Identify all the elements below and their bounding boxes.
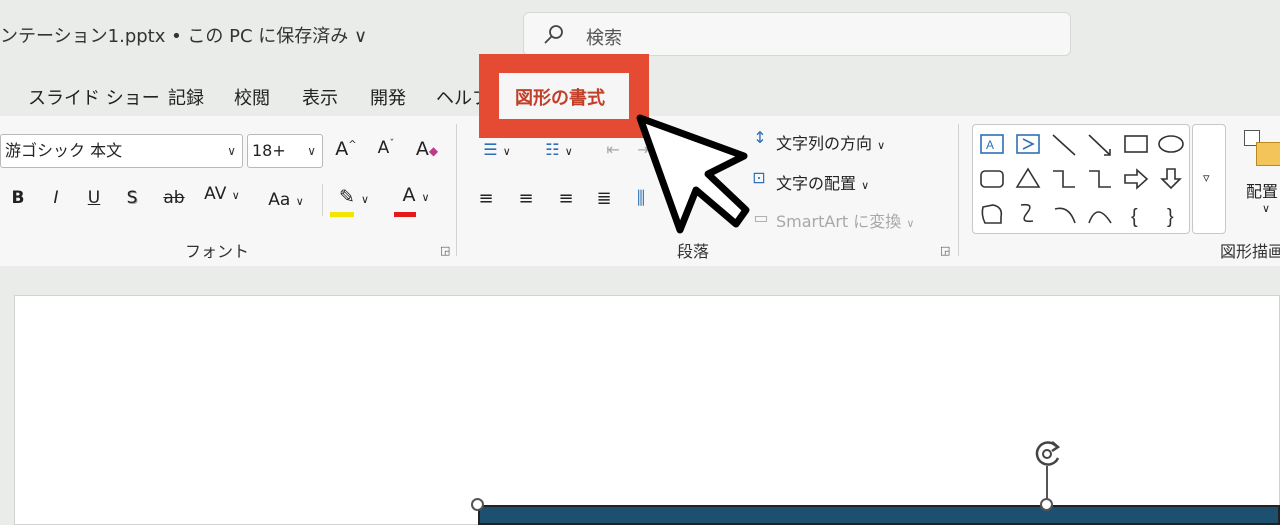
- freeform-icon: [981, 204, 1003, 224]
- align-left-icon[interactable]: ≡: [474, 188, 498, 209]
- down-arrow-icon: [1160, 168, 1182, 190]
- decrease-indent-icon[interactable]: ⇤: [600, 140, 626, 159]
- gallery-more-button[interactable]: ▿: [1192, 124, 1226, 234]
- shapes-gallery[interactable]: A { }: [972, 124, 1190, 234]
- more-icon: ▿: [1203, 171, 1210, 186]
- bullets-button[interactable]: ☰ ∨: [472, 140, 522, 159]
- arrange-icon: [1244, 130, 1280, 166]
- scribble-icon: [1020, 203, 1034, 223]
- text-direction-button[interactable]: 文字列の方向 ∨: [776, 130, 885, 154]
- chevron-down-icon: ∨: [227, 144, 236, 158]
- chevron-down-icon: ∨: [1262, 202, 1271, 215]
- right-brace-icon: }: [1167, 206, 1174, 228]
- arrow-pointer-icon: [636, 114, 750, 234]
- align-right-icon[interactable]: ≡: [554, 188, 578, 209]
- numbering-button[interactable]: ☷ ∨: [534, 140, 584, 159]
- shrink-font-button[interactable]: Aˇ: [372, 138, 400, 158]
- rectangle-icon: [1124, 135, 1148, 153]
- divider: [958, 124, 959, 256]
- search-input[interactable]: 検索: [523, 12, 1071, 56]
- character-spacing-button[interactable]: AV ∨: [198, 184, 246, 204]
- clear-formatting-button[interactable]: A◆: [412, 138, 442, 160]
- highlighter-icon: ✎: [338, 186, 355, 208]
- strikethrough-button[interactable]: ab: [160, 188, 188, 208]
- align-center-icon[interactable]: ≡: [514, 188, 538, 209]
- divider: [322, 184, 323, 216]
- search-placeholder: 検索: [586, 28, 622, 49]
- oval-icon: [1158, 135, 1184, 153]
- rounded-rectangle-icon: [980, 170, 1004, 188]
- vertical-text-box-icon: [1016, 134, 1040, 154]
- tab-slideshow[interactable]: スライド ショー: [28, 84, 160, 110]
- italic-button[interactable]: I: [46, 188, 66, 208]
- paragraph-group-label: 段落: [677, 242, 710, 261]
- align-text-button[interactable]: 文字の配置 ∨: [776, 170, 869, 194]
- arc-icon: [1054, 207, 1076, 224]
- shapes-grid: A { }: [980, 134, 1184, 228]
- svg-text:A: A: [986, 138, 994, 152]
- font-size-combo[interactable]: 18+ ∨: [247, 134, 323, 168]
- font-dialog-launcher-icon[interactable]: ◲: [440, 244, 450, 257]
- highlight-color-bar: [330, 212, 354, 217]
- paragraph-dialog-launcher-icon[interactable]: ◲: [940, 244, 950, 257]
- document-title[interactable]: ンテーション1.pptx • この PC に保存済み ∨: [0, 22, 367, 48]
- divider: [456, 124, 457, 256]
- triangle-icon: [1015, 167, 1041, 188]
- line-arrow-icon: [1088, 134, 1111, 156]
- font-color-button[interactable]: A ∨: [392, 184, 440, 217]
- drawing-group-label: 図形描画: [1220, 242, 1280, 261]
- bold-button[interactable]: B: [8, 188, 28, 208]
- selected-shape[interactable]: [478, 505, 1280, 525]
- resize-handle[interactable]: [471, 498, 484, 511]
- text-box-icon: A: [980, 134, 1004, 154]
- grow-font-button[interactable]: A^: [332, 138, 360, 160]
- elbow-connector-icon: [1053, 170, 1075, 188]
- tab-review[interactable]: 校閲: [234, 84, 270, 110]
- elbow-arrow-icon: [1089, 170, 1111, 188]
- curve-icon: [1088, 211, 1112, 224]
- search-icon: [544, 25, 563, 44]
- rotate-handle-icon[interactable]: [1030, 436, 1066, 472]
- font-size-value: 18+: [252, 141, 286, 160]
- underline-button[interactable]: U: [84, 188, 104, 208]
- arrange-button[interactable]: 配置: [1246, 178, 1278, 202]
- slide-canvas[interactable]: [14, 295, 1280, 525]
- shadow-button[interactable]: S: [122, 188, 142, 208]
- change-case-button[interactable]: Aa ∨: [262, 190, 310, 210]
- tab-developer[interactable]: 開発: [370, 84, 406, 110]
- font-group-label: フォント: [185, 242, 250, 261]
- bullet-list-icon: ☰: [483, 140, 498, 159]
- justify-icon[interactable]: ≣: [592, 188, 616, 209]
- tab-shape-format-label[interactable]: 図形の書式: [515, 84, 605, 110]
- right-arrow-icon: [1124, 168, 1149, 190]
- font-color-bar: [394, 212, 416, 217]
- font-name-value: 游ゴシック 本文: [5, 141, 123, 160]
- convert-smartart-button[interactable]: SmartArt に変換 ∨: [776, 208, 914, 232]
- numbered-list-icon: ☷: [545, 140, 560, 159]
- font-name-combo[interactable]: 游ゴシック 本文 ∨: [0, 134, 243, 168]
- line-icon: [1052, 134, 1076, 156]
- tab-record[interactable]: 記録: [168, 84, 204, 110]
- highlight-color-button[interactable]: ✎ ∨: [330, 186, 378, 217]
- chevron-down-icon: ∨: [307, 144, 316, 158]
- left-brace-icon: {: [1131, 206, 1138, 228]
- tab-view[interactable]: 表示: [302, 84, 338, 110]
